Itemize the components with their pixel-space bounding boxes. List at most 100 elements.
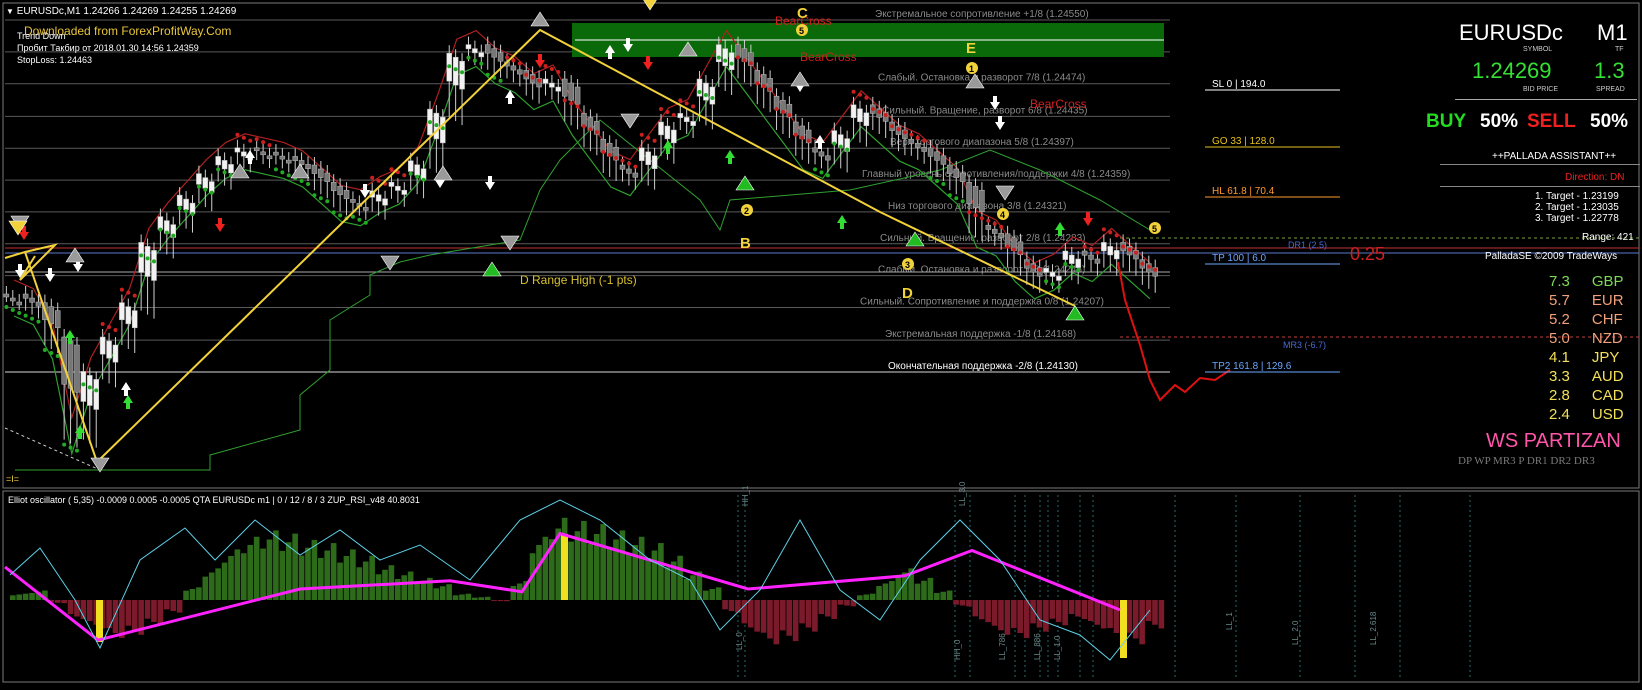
osc-bar <box>773 600 780 645</box>
fib-mark-label: LL_886 <box>1033 633 1042 660</box>
sar-dot <box>524 72 529 77</box>
symbol-header: ▼ EURUSDc,M1 1.24266 1.24269 1.24255 1.2… <box>6 6 236 17</box>
sar-dot <box>427 120 432 125</box>
osc-bar <box>29 592 35 600</box>
candle-body <box>1113 250 1120 260</box>
osc-bar <box>183 590 189 600</box>
osc-bar <box>991 600 998 626</box>
sar-dot <box>915 135 920 140</box>
osc-bar <box>767 600 773 639</box>
osc-bar <box>22 593 29 600</box>
candle-body <box>343 189 350 200</box>
osc-bar <box>510 585 517 600</box>
candle-body <box>305 164 311 169</box>
strength-row: 3.3 AUD <box>1549 368 1624 385</box>
candle-body <box>138 242 144 273</box>
fib-label: GO 33 | 128.0 <box>1212 136 1275 147</box>
candle-body <box>1094 258 1101 264</box>
osc-bar <box>234 549 241 600</box>
sar-dot <box>190 212 195 217</box>
sar-dot <box>1095 250 1100 255</box>
sar-dot <box>620 158 625 163</box>
sar-dot <box>1133 250 1138 255</box>
osc-bar <box>978 600 985 620</box>
sar-dot <box>934 179 939 183</box>
sar-dot <box>716 55 721 60</box>
candle-body <box>812 147 818 153</box>
candle-body <box>658 121 664 136</box>
sar-dot <box>261 140 266 145</box>
candle-body <box>395 185 401 191</box>
direction-line <box>1440 186 1640 187</box>
sar-dot <box>941 182 946 186</box>
sar-dot <box>832 141 837 146</box>
sar-dot <box>607 153 612 157</box>
sar-dot <box>1108 230 1113 235</box>
sar-dot <box>646 135 651 140</box>
candle-body <box>22 293 29 299</box>
sar-dot <box>543 64 548 68</box>
osc-bar <box>837 600 844 605</box>
sar-dot <box>896 127 901 132</box>
candle-body <box>825 155 831 161</box>
buy-label: BUY <box>1426 111 1467 132</box>
osc-bar <box>914 583 921 600</box>
sar-dot <box>1089 247 1094 252</box>
chart-canvas[interactable]: Экстремальное сопротивление +1/8 (1.2455… <box>0 0 1642 685</box>
osc-bar <box>414 583 420 600</box>
fib-mark-label: LL_1 <box>1225 612 1234 630</box>
sar-dot <box>30 316 35 321</box>
candle-body <box>1081 250 1088 256</box>
sar-dot <box>954 196 959 201</box>
stoploss-label: StopLoss: 1.24463 <box>17 55 93 65</box>
collapse-icon[interactable]: ▼ <box>6 7 14 16</box>
sar-dot <box>601 150 606 154</box>
sar-dot <box>184 209 189 214</box>
osc-bar <box>792 600 799 642</box>
wave-number: 5 <box>799 26 804 36</box>
sar-dot <box>151 259 156 264</box>
candle-body <box>151 250 157 281</box>
sar-dot <box>42 348 47 352</box>
fib-label: HL 61.8 | 70.4 <box>1212 186 1275 197</box>
candle-body <box>388 181 395 187</box>
candle-body <box>35 301 42 307</box>
osc-bar <box>606 548 613 600</box>
fib-mark-label: HH_1 <box>741 485 750 506</box>
sar-dot <box>119 287 124 292</box>
sar-dot <box>1069 265 1074 269</box>
sar-dot <box>1140 261 1145 266</box>
level-label: Слабый. Остановка и разворот 7/8 (1.2447… <box>878 72 1085 84</box>
osc-bar <box>857 595 863 600</box>
wave-c-label: C <box>797 5 808 22</box>
candle-body <box>54 310 61 329</box>
osc-bar <box>1152 600 1158 625</box>
sar-dot <box>273 167 278 172</box>
osc-bar <box>189 589 196 600</box>
spread-value: 1.3 <box>1594 58 1625 83</box>
candle-body <box>311 164 318 174</box>
sar-dot <box>671 113 676 117</box>
sar-dot <box>1127 247 1132 252</box>
osc-bar <box>760 600 767 633</box>
sar-dot <box>755 81 760 86</box>
sar-dot <box>742 58 747 63</box>
bearcross-label: BearCross <box>1030 97 1087 111</box>
sar-dot <box>350 214 355 219</box>
candle-body <box>677 113 684 118</box>
osc-bar <box>709 589 716 600</box>
candle-body <box>93 379 99 410</box>
sar-dot <box>729 61 734 66</box>
sar-dot <box>864 95 869 100</box>
sar-dot <box>549 67 554 71</box>
sar-dot <box>582 124 586 129</box>
osc-bar <box>16 594 23 600</box>
osc-bar <box>927 577 934 600</box>
brand-label: WS PARTIZAN <box>1486 430 1621 452</box>
sar-dot <box>639 132 644 137</box>
osc-bar <box>889 581 895 600</box>
sar-dot <box>280 170 285 175</box>
candle-body <box>863 112 870 126</box>
candle-body <box>337 185 343 196</box>
sar-dot <box>960 199 965 204</box>
